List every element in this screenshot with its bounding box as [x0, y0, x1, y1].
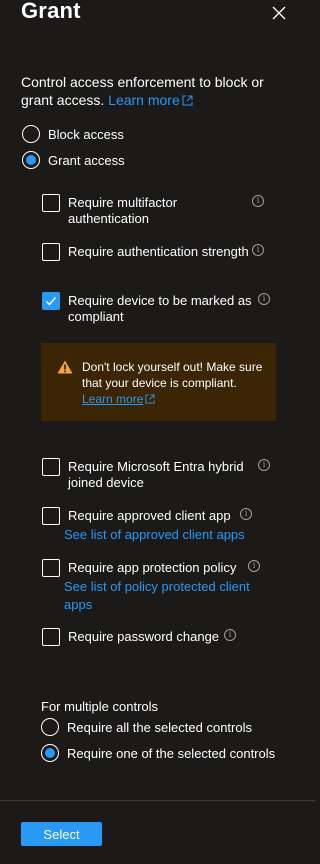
radio-block-access[interactable]: Block access — [22, 125, 124, 143]
mfa-label: Require multifactor authentication — [68, 195, 178, 226]
control-mfa: Require multifactor authentication i — [42, 194, 282, 228]
warning-learn-more-link[interactable]: Learn more — [82, 392, 143, 406]
app-protection-policy-checkbox[interactable] — [42, 559, 60, 577]
device-compliant-checkbox[interactable] — [42, 292, 60, 310]
learn-more-link[interactable]: Learn more — [108, 92, 193, 108]
radio-require-one[interactable]: Require one of the selected controls — [41, 744, 275, 762]
password-change-checkbox[interactable] — [42, 628, 60, 646]
device-compliant-label: Require device to be marked as compliant — [68, 293, 252, 324]
info-icon[interactable]: i — [224, 629, 236, 641]
approved-client-app-checkbox[interactable] — [42, 507, 60, 525]
info-icon[interactable]: i — [248, 560, 260, 572]
radio-require-all[interactable]: Require all the selected controls — [41, 718, 252, 736]
approved-client-app-label: Require approved client app — [68, 508, 231, 523]
page-title: Grant — [21, 0, 81, 23]
multiple-controls-label: For multiple controls — [41, 699, 159, 714]
external-link-icon — [145, 394, 155, 404]
control-password-change: Require password change i — [42, 628, 282, 648]
checkmark-icon — [46, 297, 57, 306]
auth-strength-label: Require authentication strength — [68, 244, 249, 259]
grant-access-label: Grant access — [48, 152, 125, 168]
auth-strength-checkbox[interactable] — [42, 243, 60, 261]
control-hybrid-joined: Require Microsoft Entra hybrid joined de… — [42, 458, 282, 492]
warning-icon — [57, 360, 73, 374]
radio-grant-access[interactable]: Grant access — [22, 151, 125, 169]
control-approved-client-app: Require approved client app i See list o… — [42, 507, 282, 545]
mfa-checkbox[interactable] — [42, 194, 60, 212]
info-icon[interactable]: i — [240, 508, 252, 520]
require-one-radio[interactable] — [41, 744, 59, 762]
require-all-radio[interactable] — [41, 718, 59, 736]
hybrid-joined-checkbox[interactable] — [42, 458, 60, 476]
hybrid-joined-label: Require Microsoft Entra hybrid joined de… — [68, 459, 244, 490]
info-icon[interactable]: i — [252, 195, 264, 207]
select-button[interactable]: Select — [21, 822, 102, 846]
control-device-compliant: Require device to be marked as compliant… — [42, 292, 282, 326]
grant-panel: Grant Control access enforcement to bloc… — [0, 0, 315, 864]
control-app-protection-policy: Require app protection policy i See list… — [42, 559, 282, 615]
block-access-radio[interactable] — [22, 125, 40, 143]
require-all-label: Require all the selected controls — [67, 719, 252, 735]
warning-text: Don't lock yourself out! Make sure that … — [82, 360, 263, 406]
description: Control access enforcement to block or g… — [21, 73, 289, 109]
info-icon[interactable]: i — [252, 244, 264, 256]
policy-protected-apps-link[interactable]: See list of policy protected client apps — [64, 578, 264, 614]
grant-access-radio[interactable] — [22, 151, 40, 169]
footer-divider — [0, 800, 315, 801]
control-auth-strength: Require authentication strength i — [42, 243, 282, 277]
require-one-label: Require one of the selected controls — [67, 745, 276, 761]
close-icon[interactable] — [270, 4, 288, 22]
info-icon[interactable]: i — [258, 459, 270, 471]
external-link-icon — [182, 95, 193, 106]
block-access-label: Block access — [48, 126, 124, 142]
warning-banner: Don't lock yourself out! Make sure that … — [41, 343, 276, 421]
approved-client-apps-link[interactable]: See list of approved client apps — [64, 526, 264, 544]
info-icon[interactable]: i — [258, 293, 270, 305]
app-protection-policy-label: Require app protection policy — [68, 560, 237, 575]
